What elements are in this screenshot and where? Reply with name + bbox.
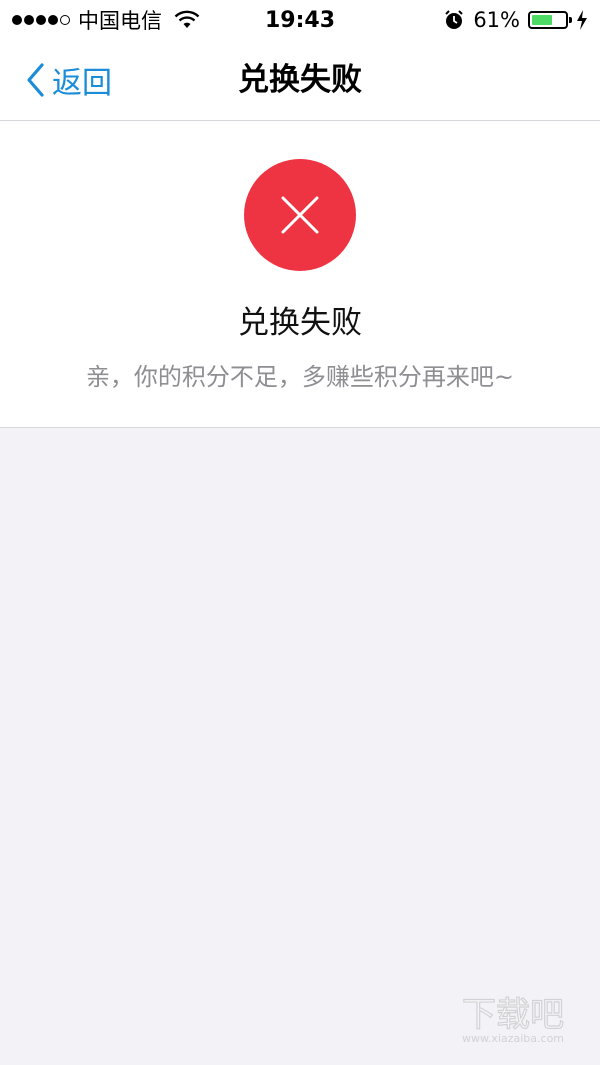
alarm-icon bbox=[445, 10, 464, 29]
charging-bolt-icon bbox=[577, 10, 587, 30]
svg-text:www.xiazaiba.com: www.xiazaiba.com bbox=[462, 1032, 564, 1045]
signal-strength-icon bbox=[12, 15, 70, 25]
battery-level bbox=[532, 15, 552, 25]
navigation-bar: 返回 兑换失败 bbox=[0, 40, 600, 121]
status-right: 61% bbox=[443, 8, 588, 32]
fail-status-icon bbox=[244, 159, 356, 271]
result-card: 兑换失败 亲，你的积分不足，多赚些积分再来吧~ bbox=[0, 121, 600, 428]
close-icon bbox=[281, 196, 319, 234]
svg-text:下载吧: 下载吧 bbox=[462, 995, 564, 1035]
watermark-logo: 下载吧 www.xiazaiba.com bbox=[461, 994, 564, 1045]
result-title: 兑换失败 bbox=[238, 305, 362, 341]
battery-percent: 61% bbox=[473, 8, 520, 32]
battery-icon bbox=[528, 11, 572, 29]
page-title: 兑换失败 bbox=[238, 62, 362, 98]
result-message: 亲，你的积分不足，多赚些积分再来吧~ bbox=[85, 363, 515, 391]
carrier-name: 中国电信 bbox=[78, 9, 162, 33]
status-bar: 中国电信 19:43 61% bbox=[0, 0, 600, 40]
status-left: 中国电信 bbox=[12, 5, 232, 35]
wifi-icon bbox=[174, 10, 200, 28]
